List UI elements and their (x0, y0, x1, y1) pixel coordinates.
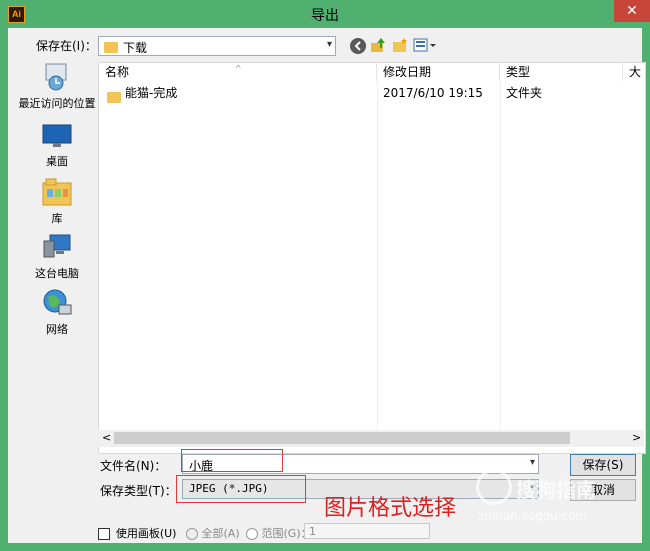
watermark-brand: 搜狗指南 (516, 478, 596, 502)
item-name: 能猫-完成 (125, 86, 178, 100)
range-radio[interactable]: 范围(G)： (246, 525, 312, 541)
all-radio[interactable]: 全部(A) (186, 525, 240, 541)
column-header-size[interactable]: 大 (623, 63, 645, 81)
horizontal-scrollbar[interactable]: < > (98, 430, 644, 447)
radio-circle-icon (246, 528, 258, 540)
sogou-logo-icon (476, 469, 512, 505)
checkbox-box (98, 527, 110, 540)
location-dropdown[interactable]: 下载 ▾ (98, 36, 336, 56)
desktop-icon (42, 123, 72, 149)
folder-icon (104, 42, 118, 53)
new-folder-icon[interactable] (392, 37, 408, 53)
use-artboards-checkbox[interactable]: 使用画板(U) (98, 525, 176, 541)
close-button[interactable]: ✕ (614, 0, 650, 22)
highlight-box (181, 449, 283, 472)
watermark-url: zhinan.sogou.com (478, 509, 588, 523)
annotation-text: 图片格式选择 (324, 496, 457, 521)
place-this-pc[interactable]: 这台电脑 (18, 233, 96, 281)
libraries-icon (42, 178, 72, 206)
save-button[interactable]: 保存(S) (570, 454, 636, 476)
column-header-type[interactable]: 类型 (500, 63, 623, 81)
highlight-box (176, 475, 306, 503)
dialog-body: 保存在(I)： 下载 ▾ 最近访问的位置 桌面 库 这台电脑 网络 名称 ^ 修… (8, 28, 646, 543)
filetype-label: 保存类型(T)： (100, 484, 177, 498)
window-title: 导出 (311, 8, 339, 24)
radio-dot-icon (186, 528, 198, 540)
filename-label: 文件名(N)： (100, 459, 167, 473)
column-header-name[interactable]: 名称 ^ (99, 63, 377, 81)
column-divider (377, 81, 378, 431)
place-recent[interactable]: 最近访问的位置 (18, 61, 96, 111)
range-input[interactable]: 1 (304, 523, 430, 539)
place-label: 这台电脑 (35, 267, 79, 280)
folder-icon (107, 92, 121, 103)
place-label: 网络 (46, 323, 68, 336)
column-header-modified[interactable]: 修改日期 (377, 63, 500, 81)
save-in-label: 保存在(I)： (36, 39, 97, 53)
place-libraries[interactable]: 库 (18, 178, 96, 226)
chevron-down-icon: ▾ (529, 457, 535, 468)
item-modified: 2017/6/10 19:15 (383, 86, 483, 100)
chevron-down-icon: ▾ (326, 39, 332, 50)
places-bar: 最近访问的位置 桌面 库 这台电脑 网络 (18, 61, 96, 531)
view-menu-icon[interactable] (413, 37, 437, 53)
sort-up-icon: ^ (235, 64, 242, 73)
back-icon[interactable] (350, 38, 366, 54)
scroll-left-icon[interactable]: < (102, 431, 111, 444)
place-network[interactable]: 网络 (18, 289, 96, 337)
scroll-right-icon[interactable]: > (632, 431, 641, 444)
up-folder-icon[interactable] (370, 37, 386, 53)
place-label: 库 (51, 212, 63, 225)
scroll-thumb[interactable] (114, 432, 570, 444)
this-pc-icon (42, 233, 72, 261)
place-label: 桌面 (46, 155, 68, 168)
column-divider (500, 81, 501, 431)
file-list[interactable]: 名称 ^ 修改日期 类型 大 能猫-完成 2017/6/10 19:15 文件夹 (98, 62, 646, 454)
place-label: 最近访问的位置 (18, 97, 96, 110)
place-desktop[interactable]: 桌面 (18, 123, 96, 169)
recent-places-icon (42, 61, 72, 91)
location-value: 下载 (123, 41, 148, 55)
network-icon (42, 289, 72, 317)
list-item[interactable]: 能猫-完成 2017/6/10 19:15 文件夹 (99, 83, 645, 103)
item-type: 文件夹 (506, 86, 543, 100)
